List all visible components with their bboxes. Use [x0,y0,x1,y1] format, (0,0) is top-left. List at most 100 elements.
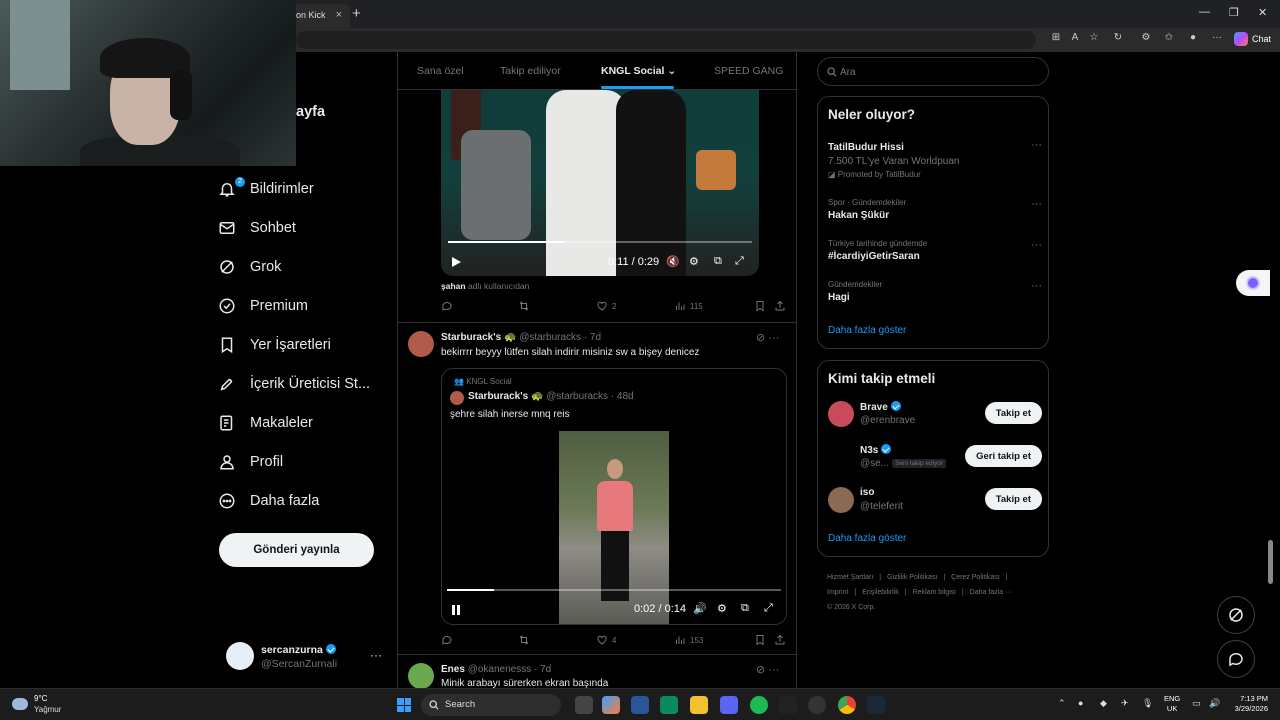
trend-more-icon[interactable]: ··· [1031,139,1042,151]
tray-app-icon[interactable]: ● [1078,698,1083,708]
search-input[interactable] [840,64,1040,80]
discord-app-icon[interactable] [720,696,738,714]
footer-link[interactable]: Imprint [827,589,848,596]
collections-icon[interactable]: ✩ [1162,32,1176,43]
fullscreen-icon[interactable]: ⤢ [764,602,773,615]
trend-item[interactable]: Spor · Gündemdekiler Hakan Şükür ··· [828,198,1042,221]
follow-button[interactable]: Takip et [984,402,1042,424]
video-progress-bar[interactable] [448,241,752,243]
file-explorer-icon[interactable] [690,696,708,714]
nav-bookmarks[interactable]: Yer İşaretleri [218,326,331,364]
nav-grok[interactable]: Grok [218,248,281,286]
copilot-chat-button[interactable]: Chat [1234,32,1271,46]
tab-following[interactable]: Takip ediliyor [500,65,561,77]
language-indicator[interactable]: ENG UK [1164,694,1180,714]
refresh-icon[interactable]: ↻ [1111,32,1125,43]
footer-link[interactable]: Gizlilik Politikası [887,574,937,581]
nav-messages[interactable]: Sohbet [218,209,296,247]
grok-side-button[interactable] [1236,270,1270,296]
follow-suggestion[interactable]: iso @teleferit Takip et [828,485,1042,515]
steam-app-icon[interactable] [867,696,885,714]
footer-link[interactable]: Erişilebilirlik [862,589,899,596]
new-tab-button[interactable]: + [352,5,361,22]
reply-button[interactable] [441,300,457,312]
volume-icon[interactable]: 🔊 [693,602,707,615]
favorite-star-icon[interactable]: ☆ [1087,32,1101,43]
post[interactable]: Starburack's 🐢 @starburacks · 7d ⊘ ··· b… [398,322,796,654]
apps-icon[interactable]: ⊞ [1049,32,1063,43]
avatar[interactable] [408,331,434,357]
tab-close-icon[interactable]: × [336,9,342,21]
footer-link[interactable]: Reklam bilgisi [913,589,956,596]
trend-more-icon[interactable]: ··· [1031,239,1042,251]
views-button[interactable]: 153 [674,634,703,646]
tray-app-icon[interactable]: ✈ [1121,698,1129,709]
play-icon[interactable] [449,255,463,269]
read-aloud-icon[interactable]: A [1068,32,1082,43]
post-author[interactable]: Starburack's 🐢 [441,332,516,343]
extensions-icon[interactable]: ⚙ [1139,32,1153,43]
share-button[interactable] [774,300,786,312]
pause-icon[interactable] [449,603,463,617]
footer-link[interactable]: Daha fazla ··· [970,589,1012,596]
obs-app-icon[interactable] [779,696,797,714]
follow-show-more[interactable]: Daha fazla göster [828,533,906,544]
repost-button[interactable] [518,300,534,312]
grok-icon[interactable]: ⊘ [756,664,765,676]
like-button[interactable]: 4 [596,634,616,646]
taskbar-search[interactable]: Search [421,694,561,716]
trend-item[interactable]: Türkiye tarihinde gündemde #İcardiyiGeti… [828,239,1042,262]
microphone-icon[interactable]: 🎙 [1142,698,1153,709]
nav-more[interactable]: Daha fazla [218,482,319,520]
grok-fab-button[interactable] [1217,596,1255,634]
account-switcher[interactable]: sercanzurna @SercanZurnali ··· [226,640,386,676]
restore-button[interactable]: ❐ [1229,6,1239,19]
tray-chevron-icon[interactable]: ⌃ [1058,698,1066,709]
follow-suggestion[interactable]: Brave @erenbrave Takip et [828,399,1042,429]
repost-button[interactable] [518,634,534,646]
profile-icon[interactable]: ● [1186,32,1200,43]
post-author[interactable]: Enes [441,664,465,675]
follow-suggestion[interactable]: N3s @se... Seni takip ediyor Geri takip e… [828,442,1042,472]
nav-creator-studio[interactable]: İçerik Üreticisi St... [218,365,370,403]
page-scrollbar[interactable] [1268,540,1273,584]
messages-fab-button[interactable] [1217,640,1255,678]
settings-gear-icon[interactable]: ⚙ [717,602,727,615]
tab-speed-gang[interactable]: SPEED GANG [714,65,783,77]
spotify-app-icon[interactable] [750,696,768,714]
video-player[interactable]: 0:02 / 0:14 🔊 ⚙ ⧉ ⤢ [442,431,786,624]
follow-button[interactable]: Takip et [984,488,1042,510]
grok-icon[interactable]: ⊘ [756,332,765,344]
post[interactable]: Enes @okanenesss · 7d ⊘ ··· Minik arabay… [398,654,796,688]
start-button[interactable] [397,698,411,712]
address-bar[interactable] [296,31,1036,49]
tray-app-icon[interactable]: ◆ [1100,698,1107,709]
post-more-icon[interactable]: ⊘ ··· [756,331,779,344]
minimize-button[interactable]: — [1199,6,1210,18]
footer-link[interactable]: Hizmet Şartları [827,574,873,581]
app-icon[interactable] [808,696,826,714]
taskbar-clock[interactable]: 7:13 PM 3/29/2026 [1228,694,1268,714]
task-view-icon[interactable] [575,696,593,714]
trend-item[interactable]: TatilBudur Hissi 7.500 TL'ye Varan World… [828,139,1042,179]
video-progress-bar[interactable] [447,589,781,591]
like-button[interactable]: 2 [596,300,616,312]
settings-gear-icon[interactable]: ⚙ [689,255,699,268]
views-button[interactable]: 115 [674,300,703,312]
reply-button[interactable] [441,634,457,646]
nav-profile[interactable]: Profil [218,443,283,481]
trends-show-more[interactable]: Daha fazla göster [828,325,906,336]
display-icon[interactable]: ▭ [1192,698,1201,709]
post-button[interactable]: Gönderi yayınla [219,533,374,567]
close-window-button[interactable]: ✕ [1258,6,1267,19]
copilot-app-icon[interactable] [602,696,620,714]
volume-icon[interactable]: 🔊 [1209,698,1220,709]
bookmark-button[interactable] [754,300,766,312]
account-more-icon[interactable]: ··· [370,648,382,662]
search-box[interactable] [817,57,1049,86]
follow-back-button[interactable]: Geri takip et [965,445,1042,467]
fullscreen-icon[interactable]: ⤢ [735,255,744,268]
tab-kngl-social[interactable]: KNGL Social ⌄ [601,65,676,77]
trend-item[interactable]: Gündemdekiler Hagi ··· [828,280,1042,303]
nav-notifications[interactable]: 2 Bildirimler [218,170,314,208]
